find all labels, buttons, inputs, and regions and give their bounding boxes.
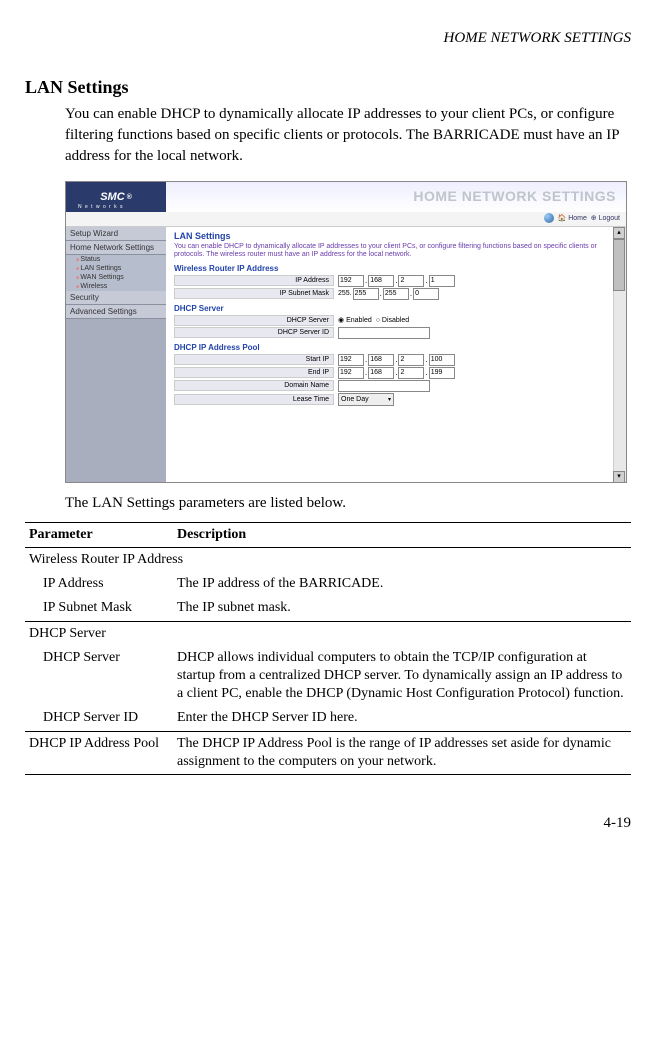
row-ip-address-desc: The IP address of the BARRICADE. [173, 572, 631, 596]
th-parameter: Parameter [25, 523, 173, 548]
sidebar-home-network[interactable]: Home Network Settings [66, 241, 166, 255]
domain-label: Domain Name [174, 380, 334, 391]
logo-subtext: N e t w o r k s [78, 204, 124, 210]
sidebar-wireless[interactable]: Wireless [66, 282, 166, 291]
subnet-octet-3[interactable]: 255 [383, 288, 409, 300]
sidebar-status[interactable]: Status [66, 255, 166, 264]
section-dhcp-pool: DHCP IP Address Pool [174, 343, 618, 352]
smc-logo: SMC® N e t w o r k s [66, 182, 166, 212]
start-ip-label: Start IP [174, 354, 334, 365]
row-dhcp-server-param: DHCP Server [25, 646, 173, 707]
banner-bar: SMC® N e t w o r k s HOME NETWORK SETTIN… [66, 182, 626, 212]
section-dhcp-server: DHCP Server [174, 304, 618, 313]
sidebar-setup-wizard[interactable]: Setup Wizard [66, 227, 166, 241]
row-subnet-desc: The IP subnet mask. [173, 596, 631, 621]
sidebar-lan[interactable]: LAN Settings [66, 264, 166, 273]
content-desc: You can enable DHCP to dynamically alloc… [174, 243, 618, 260]
sidebar-wan[interactable]: WAN Settings [66, 273, 166, 282]
ip-octet-4[interactable]: 1 [429, 275, 455, 287]
th-description: Description [173, 523, 631, 548]
intro-text: You can enable DHCP to dynamically alloc… [65, 104, 631, 167]
scroll-up-icon[interactable]: ▴ [613, 227, 625, 239]
ip-octet-1[interactable]: 192 [338, 275, 364, 287]
row-subnet-param: IP Subnet Mask [25, 596, 173, 621]
end-ip-3[interactable]: 2 [398, 367, 424, 379]
start-ip-3[interactable]: 2 [398, 354, 424, 366]
sidebar-advanced[interactable]: Advanced Settings [66, 305, 166, 319]
scroll-down-icon[interactable]: ▾ [613, 471, 625, 483]
start-ip-1[interactable]: 192 [338, 354, 364, 366]
section-router-ip: Wireless Router IP Address [174, 264, 618, 273]
row-dhcp-id-desc: Enter the DHCP Server ID here. [173, 706, 631, 731]
dhcp-disabled-radio[interactable]: ○ Disabled [376, 317, 409, 324]
logout-link[interactable]: ⊕ Logout [591, 215, 620, 222]
row-dhcp-pool-param: DHCP IP Address Pool [25, 731, 173, 774]
banner-title: HOME NETWORK SETTINGS [413, 188, 616, 204]
ip-address-label: IP Address [174, 275, 334, 286]
row-section-router-ip: Wireless Router IP Address [25, 548, 631, 573]
sidebar: Setup Wizard Home Network Settings Statu… [66, 227, 166, 483]
toolbar: 🏠 Home ⊕ Logout [66, 212, 626, 227]
scrollbar[interactable]: ▴ ▾ [613, 227, 626, 483]
globe-icon [544, 213, 554, 223]
row-dhcp-server-desc: DHCP allows individual computers to obta… [173, 646, 631, 707]
ip-octet-2[interactable]: 168 [368, 275, 394, 287]
end-ip-4[interactable]: 199 [429, 367, 455, 379]
dhcp-id-label: DHCP Server ID [174, 327, 334, 338]
scroll-thumb[interactable] [613, 239, 625, 291]
logo-reg: ® [127, 194, 132, 201]
end-ip-1[interactable]: 192 [338, 367, 364, 379]
lease-label: Lease Time [174, 394, 334, 405]
row-section-dhcp-server: DHCP Server [25, 621, 631, 646]
logo-text: SMC [100, 191, 124, 203]
row-dhcp-id-param: DHCP Server ID [25, 706, 173, 731]
content-title: LAN Settings [174, 231, 618, 241]
sidebar-security[interactable]: Security [66, 291, 166, 305]
ip-octet-3[interactable]: 2 [398, 275, 424, 287]
page-header: HOME NETWORK SETTINGS [25, 30, 631, 47]
row-ip-address-param: IP Address [25, 572, 173, 596]
page-number: 4-19 [25, 815, 631, 832]
dhcp-enabled-radio[interactable]: ◉ Enabled [338, 316, 372, 324]
domain-input[interactable] [338, 380, 430, 392]
content-pane: LAN Settings You can enable DHCP to dyna… [166, 227, 626, 483]
subnet-octet-2[interactable]: 255 [353, 288, 379, 300]
home-link[interactable]: 🏠 Home [558, 215, 587, 222]
lease-select[interactable]: One Day [338, 393, 394, 406]
start-ip-2[interactable]: 168 [368, 354, 394, 366]
row-dhcp-pool-desc: The DHCP IP Address Pool is the range of… [173, 731, 631, 774]
table-caption: The LAN Settings parameters are listed b… [65, 495, 631, 512]
end-ip-2[interactable]: 168 [368, 367, 394, 379]
dhcp-server-label: DHCP Server [174, 315, 334, 326]
dhcp-id-input[interactable] [338, 327, 430, 339]
subnet-label: IP Subnet Mask [174, 288, 334, 299]
subnet-octet-4[interactable]: 0 [413, 288, 439, 300]
section-title: LAN Settings [25, 77, 631, 98]
router-screenshot: SMC® N e t w o r k s HOME NETWORK SETTIN… [65, 181, 627, 483]
end-ip-label: End IP [174, 367, 334, 378]
subnet-prefix: 255. [338, 290, 352, 297]
parameter-table: Parameter Description Wireless Router IP… [25, 522, 631, 775]
start-ip-4[interactable]: 100 [429, 354, 455, 366]
